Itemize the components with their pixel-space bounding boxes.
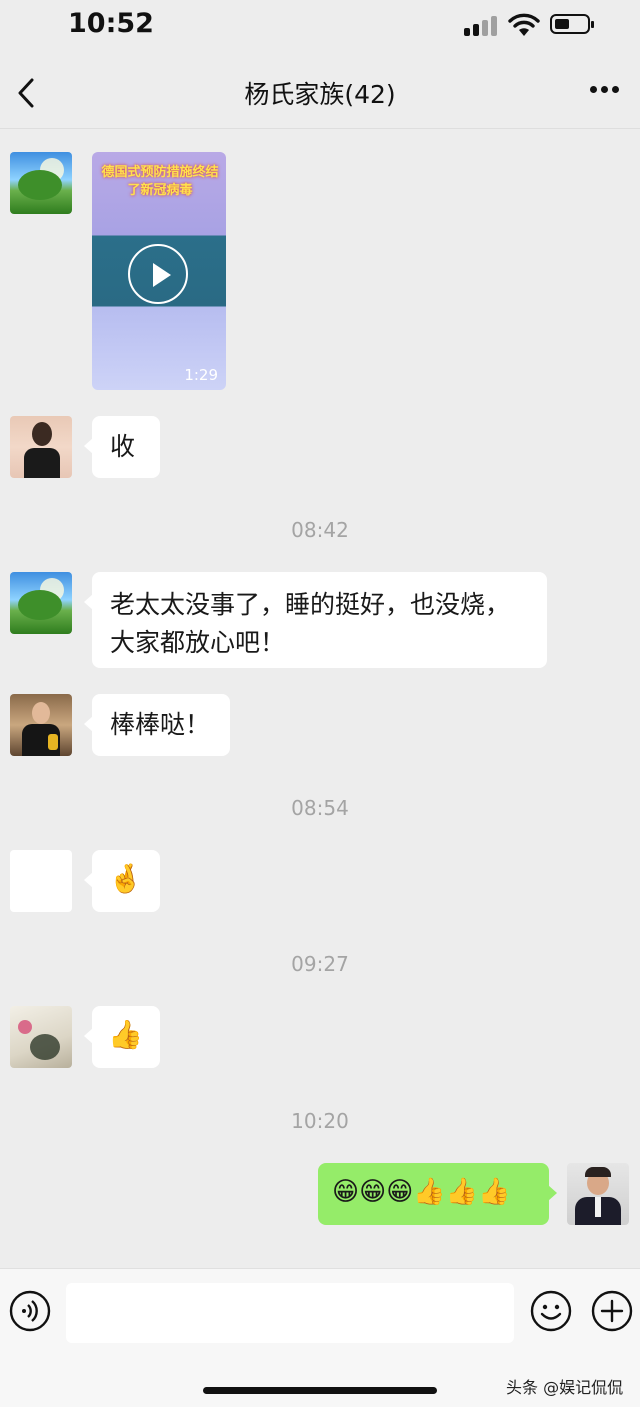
message-text: 收 xyxy=(110,432,136,461)
chat-title: 杨氏家族(42) xyxy=(244,80,396,109)
own-avatar[interactable] xyxy=(567,1163,629,1225)
play-icon[interactable] xyxy=(128,244,188,304)
grin-and-thumbs-emoji: 😁😁😁👍👍👍 xyxy=(332,1177,511,1207)
voice-input-icon[interactable] xyxy=(8,1289,52,1333)
timestamp: 09:27 xyxy=(291,952,349,976)
avatar[interactable] xyxy=(10,416,72,478)
thumbs-up-emoji: 👍 xyxy=(108,1018,143,1051)
fingers-crossed-emoji: 🤞 xyxy=(108,862,143,895)
message-input[interactable] xyxy=(66,1283,514,1343)
video-message[interactable]: 德国式预防措施终结了新冠病毒 1:29 xyxy=(92,152,226,390)
battery-icon xyxy=(550,14,594,34)
message-text: 老太太没事了，睡的挺好，也没烧，大家都放心吧！ xyxy=(110,590,511,657)
plus-icon[interactable] xyxy=(590,1289,634,1333)
video-duration: 1:29 xyxy=(184,366,218,384)
wifi-icon xyxy=(508,13,540,36)
emoji-message[interactable]: 🤞 xyxy=(84,850,160,912)
message-bubble[interactable]: 棒棒哒！ xyxy=(84,694,230,756)
timestamp: 08:42 xyxy=(291,518,349,542)
avatar[interactable] xyxy=(10,152,72,214)
avatar[interactable] xyxy=(10,850,72,912)
message-bubble[interactable]: 收 xyxy=(84,416,160,478)
own-emoji-message[interactable]: 😁😁😁👍👍👍 xyxy=(318,1163,557,1225)
emoji-message[interactable]: 👍 xyxy=(84,1006,160,1068)
status-bar: 10:52 xyxy=(0,0,640,52)
message-text: 棒棒哒！ xyxy=(110,710,211,739)
timestamp: 08:54 xyxy=(291,796,349,820)
avatar[interactable] xyxy=(10,1006,72,1068)
status-time: 10:52 xyxy=(68,8,154,39)
home-indicator xyxy=(203,1387,437,1394)
timestamp: 10:20 xyxy=(291,1109,349,1133)
emoji-picker-icon[interactable] xyxy=(529,1289,573,1333)
avatar[interactable] xyxy=(10,694,72,756)
watermark: 头条 @娱记侃侃 xyxy=(506,1378,624,1397)
more-options-icon[interactable] xyxy=(588,86,622,96)
avatar[interactable] xyxy=(10,572,72,634)
signal-icon xyxy=(464,16,500,36)
message-bubble[interactable]: 老太太没事了，睡的挺好，也没烧，大家都放心吧！ xyxy=(84,572,547,668)
video-title: 德国式预防措施终结了新冠病毒 xyxy=(101,165,219,198)
chat-header: 杨氏家族(42) xyxy=(0,56,640,129)
